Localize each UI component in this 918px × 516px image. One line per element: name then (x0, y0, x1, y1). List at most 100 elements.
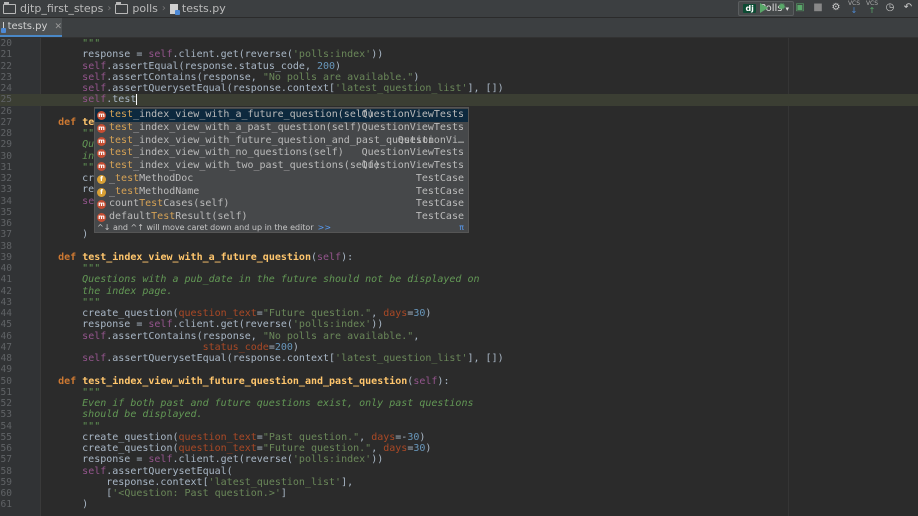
stop-button[interactable]: ■ (812, 1, 824, 14)
code-line[interactable]: 49 (0, 364, 918, 375)
coverage-button[interactable]: ▣ (794, 1, 806, 14)
code-line[interactable]: 60 ['<Question: Past question.>'] (0, 488, 918, 499)
code-line[interactable]: 61 ) (0, 499, 918, 510)
tab-tests-py[interactable]: tests.py ✕ (0, 18, 62, 37)
vcs-commit-button[interactable]: VCS ↑ (866, 1, 878, 15)
completion-rest: _index_view_with_two_past_questions(self… (133, 160, 380, 171)
code-token: 'polls:index' (292, 49, 372, 61)
line-number: 34 (0, 195, 12, 207)
code-line[interactable]: 42 the index page. (0, 286, 918, 297)
line-number: 40 (0, 263, 12, 274)
code-line[interactable]: 54 """ (0, 421, 918, 432)
code-line[interactable]: 46 self.assertContains(response, "No pol… (0, 331, 918, 342)
folder-icon (115, 1, 129, 14)
run-button[interactable] (758, 1, 770, 14)
completion-item[interactable]: m test_index_view_with_no_questions(self)… (95, 147, 468, 160)
line-number: 52 (0, 398, 12, 409)
line-number: 25 (0, 94, 12, 106)
completion-item[interactable]: m test_index_view_with_a_past_question(se… (95, 122, 468, 135)
main-toolbar: ✹ ▣ ■ ⚙ VCS ↓ VCS ↑ ◷ ↶ (758, 1, 914, 15)
code-text: re (34, 184, 94, 195)
completion-item-type: TestCase (415, 172, 464, 184)
code-line[interactable]: 58 self.assertQuerysetEqual( (0, 466, 918, 477)
code-text: the index page. (34, 286, 172, 297)
code-token: ) (34, 499, 89, 511)
code-line[interactable]: 59 response.context['latest_question_lis… (0, 477, 918, 488)
code-text: def te (34, 117, 94, 128)
code-token: response.context[ (34, 476, 209, 488)
completion-more-link[interactable]: >> (318, 223, 331, 232)
code-line[interactable]: 43 """ (0, 297, 918, 308)
coverage-icon: ▣ (795, 2, 805, 13)
code-line[interactable]: 45 response = self.client.get(reverse('p… (0, 319, 918, 330)
line-number: 23 (0, 71, 12, 83)
code-token: 30 (413, 443, 426, 454)
code-line[interactable]: 24 self.assertQuerysetEqual(response.con… (0, 83, 918, 94)
code-line[interactable]: 53 should be displayed. (0, 409, 918, 420)
completion-item[interactable]: f _testMethodName TestCase (95, 186, 468, 199)
code-line[interactable]: 55 create_question(question_text="Past q… (0, 432, 918, 443)
code-token: days (383, 443, 408, 454)
code-token: ) (34, 229, 89, 241)
code-line[interactable]: 25 self.test (0, 94, 918, 106)
code-token: question_text (178, 308, 257, 319)
code-text: """ (34, 421, 100, 432)
code-line[interactable]: 21 response = self.client.get(reverse('p… (0, 49, 918, 60)
completion-item-type: QuestionViewTests (361, 121, 464, 133)
code-line[interactable]: 38 (0, 241, 918, 252)
completion-match: Test (151, 211, 176, 222)
code-token: ], []) (467, 83, 504, 94)
code-text: def test_index_view_with_future_question… (34, 376, 449, 387)
history-button[interactable]: ◷ (884, 1, 896, 14)
code-token: 'polls:index' (292, 319, 372, 331)
breadcrumb-folder[interactable]: polls (115, 1, 158, 15)
code-line[interactable]: 47 status_code=200) (0, 342, 918, 353)
completion-match: test (109, 109, 134, 120)
method-icon: m (97, 213, 106, 222)
code-line[interactable]: 48 self.assertQuerysetEqual(response.con… (0, 353, 918, 364)
completion-item[interactable]: f _testMethodDoc TestCase (95, 173, 468, 186)
completion-item[interactable]: m test_index_view_with_a_future_question(… (95, 109, 468, 122)
completion-item[interactable]: m test_index_view_with_future_question_an… (95, 135, 468, 148)
breadcrumb-project[interactable]: djtp_first_steps (3, 1, 103, 15)
code-line[interactable]: 52 Even if both past and future question… (0, 398, 918, 409)
completion-item-name: test_index_view_with_no_questions(self) (109, 147, 344, 160)
close-icon[interactable]: ✕ (54, 22, 62, 32)
django-icon: dj (743, 4, 756, 13)
debug-button[interactable]: ✹ (776, 1, 788, 14)
code-line[interactable]: 40 """ (0, 263, 918, 274)
profile-button[interactable]: ⚙ (830, 1, 842, 14)
breadcrumb-file[interactable]: tests.py (169, 2, 226, 15)
code-text: self.assertEqual(response.status_code, 2… (34, 61, 341, 72)
navigation-bar: djtp_first_steps › polls › tests.py dj P… (0, 0, 918, 18)
code-line[interactable]: 44 create_question(question_text="Future… (0, 308, 918, 319)
code-line[interactable]: 22 self.assertEqual(response.status_code… (0, 61, 918, 72)
code-line[interactable]: 57 response = self.client.get(reverse('p… (0, 454, 918, 465)
completion-item[interactable]: m countTestCases(self) TestCase (95, 198, 468, 211)
code-line[interactable]: 23 self.assertContains(response, "No pol… (0, 72, 918, 83)
code-text: Questions with a pub_date in the future … (34, 274, 479, 285)
completion-item[interactable]: m test_index_view_with_two_past_questions… (95, 160, 468, 173)
code-line[interactable]: 20 """ (0, 38, 918, 49)
code-line[interactable]: 56 create_question(question_text="Future… (0, 443, 918, 454)
completion-match: test (109, 160, 134, 171)
line-number: 51 (0, 386, 12, 398)
code-completion-popup: ^↓ and ^↑ will move caret down and up in… (94, 107, 469, 233)
completion-item-type: QuestionViewTests (361, 160, 464, 171)
code-token: se (82, 195, 95, 207)
vcs-update-button[interactable]: VCS ↓ (848, 1, 860, 15)
code-line[interactable]: 51 """ (0, 387, 918, 398)
code-line[interactable]: 41 Questions with a pub_date in the futu… (0, 274, 918, 285)
completion-item-type: QuestionViewTests (361, 147, 464, 159)
code-token: self (82, 60, 107, 72)
revert-button[interactable]: ↶ (902, 1, 914, 14)
code-token: test_index_view_with_a_future_question (82, 251, 311, 263)
completion-rest: Cases(self) (163, 198, 230, 210)
line-number: 31 (0, 161, 12, 173)
completion-item[interactable]: m defaultTestResult(self) TestCase (95, 211, 468, 224)
code-token: days (383, 308, 408, 319)
code-line[interactable]: 50 def test_index_view_with_future_quest… (0, 376, 918, 387)
code-line[interactable]: 39 def test_index_view_with_a_future_que… (0, 252, 918, 263)
